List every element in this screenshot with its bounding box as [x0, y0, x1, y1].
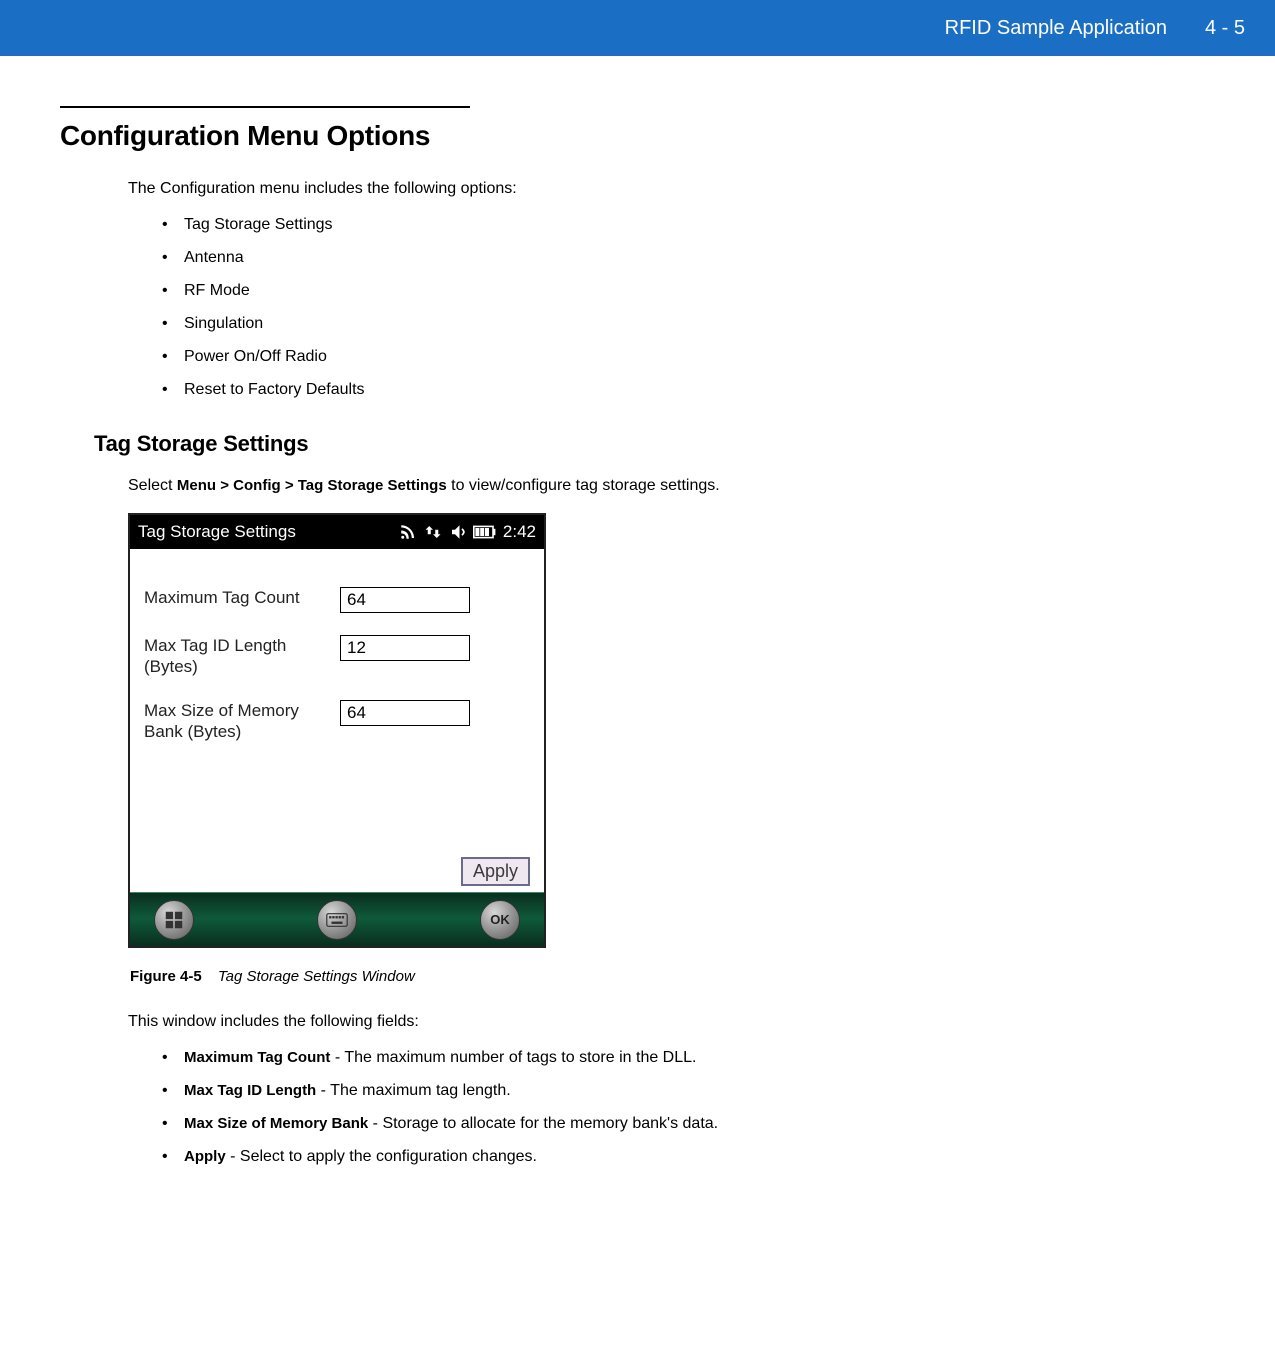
field-desc: - The maximum number of tags to store in…	[330, 1049, 696, 1066]
field-desc: - Select to apply the configuration chan…	[226, 1148, 537, 1165]
list-item: RF Mode	[162, 282, 1215, 300]
field-row: Max Tag ID Length (Bytes)	[144, 635, 530, 678]
field-name: Maximum Tag Count	[184, 1049, 330, 1066]
field-name: Max Size of Memory Bank	[184, 1115, 368, 1132]
keyboard-button[interactable]	[317, 900, 357, 940]
max-memory-bank-input[interactable]	[340, 700, 470, 726]
device-window-title: Tag Storage Settings	[138, 522, 399, 542]
list-item: Singulation	[162, 315, 1215, 333]
field-row: Maximum Tag Count	[144, 587, 530, 613]
ok-button[interactable]: OK	[480, 900, 520, 940]
apply-row: Apply	[130, 857, 544, 892]
field-name: Apply	[184, 1148, 226, 1165]
select-prefix: Select	[128, 477, 177, 494]
page-content: Configuration Menu Options The Configura…	[0, 56, 1275, 1221]
field-row: Max Size of Memory Bank (Bytes)	[144, 700, 530, 743]
list-item: Apply - Select to apply the configuratio…	[162, 1148, 1215, 1166]
signal-icon	[399, 523, 417, 541]
max-tag-count-input[interactable]	[340, 587, 470, 613]
list-item: Maximum Tag Count - The maximum number o…	[162, 1049, 1215, 1067]
field-label-max-tag-count: Maximum Tag Count	[144, 587, 340, 608]
fields-description-list: Maximum Tag Count - The maximum number o…	[162, 1049, 1215, 1166]
windows-icon	[163, 909, 185, 931]
status-icons: 2:42	[399, 522, 536, 542]
figure-title: Tag Storage Settings Window	[218, 968, 415, 985]
battery-icon	[473, 525, 497, 539]
list-item: Max Size of Memory Bank - Storage to all…	[162, 1115, 1215, 1133]
subsection-heading: Tag Storage Settings	[94, 431, 1215, 457]
list-item: Power On/Off Radio	[162, 348, 1215, 366]
field-label-max-memory-bank: Max Size of Memory Bank (Bytes)	[144, 700, 340, 743]
fields-intro: This window includes the following field…	[128, 1013, 1215, 1031]
list-item: Max Tag ID Length - The maximum tag leng…	[162, 1082, 1215, 1100]
section-intro: The Configuration menu includes the foll…	[128, 180, 1215, 198]
start-button[interactable]	[154, 900, 194, 940]
device-bottom-bar: OK	[130, 892, 544, 946]
section-heading: Configuration Menu Options	[60, 120, 1215, 152]
header-page-number: 4 - 5	[1205, 17, 1245, 40]
device-screenshot: Tag Storage Settings 2:42 Maximum Tag Co…	[128, 513, 546, 948]
navigation-path-text: Select Menu > Config > Tag Storage Setti…	[128, 477, 1215, 495]
volume-icon	[449, 523, 467, 541]
status-time: 2:42	[503, 522, 536, 542]
figure-label: Figure 4-5	[130, 968, 202, 985]
field-label-max-tag-id-length: Max Tag ID Length (Bytes)	[144, 635, 340, 678]
device-form: Maximum Tag Count Max Tag ID Length (Byt…	[130, 549, 544, 857]
ok-label: OK	[490, 912, 510, 927]
menu-path: Menu > Config > Tag Storage Settings	[177, 477, 447, 494]
field-desc: - Storage to allocate for the memory ban…	[368, 1115, 718, 1132]
select-suffix: to view/configure tag storage settings.	[447, 477, 720, 494]
device-status-bar: Tag Storage Settings 2:42	[130, 515, 544, 549]
sync-icon	[423, 523, 443, 541]
figure-container: Tag Storage Settings 2:42 Maximum Tag Co…	[128, 513, 1215, 985]
apply-button[interactable]: Apply	[461, 857, 530, 886]
heading-rule	[60, 106, 470, 108]
max-tag-id-length-input[interactable]	[340, 635, 470, 661]
header-title: RFID Sample Application	[945, 17, 1167, 40]
figure-caption: Figure 4-5 Tag Storage Settings Window	[130, 968, 1215, 985]
list-item: Tag Storage Settings	[162, 216, 1215, 234]
page-header: RFID Sample Application 4 - 5	[0, 0, 1275, 56]
list-item: Antenna	[162, 249, 1215, 267]
list-item: Reset to Factory Defaults	[162, 381, 1215, 399]
field-desc: - The maximum tag length.	[316, 1082, 510, 1099]
config-options-list: Tag Storage Settings Antenna RF Mode Sin…	[162, 216, 1215, 399]
keyboard-icon	[326, 912, 348, 928]
field-name: Max Tag ID Length	[184, 1082, 316, 1099]
